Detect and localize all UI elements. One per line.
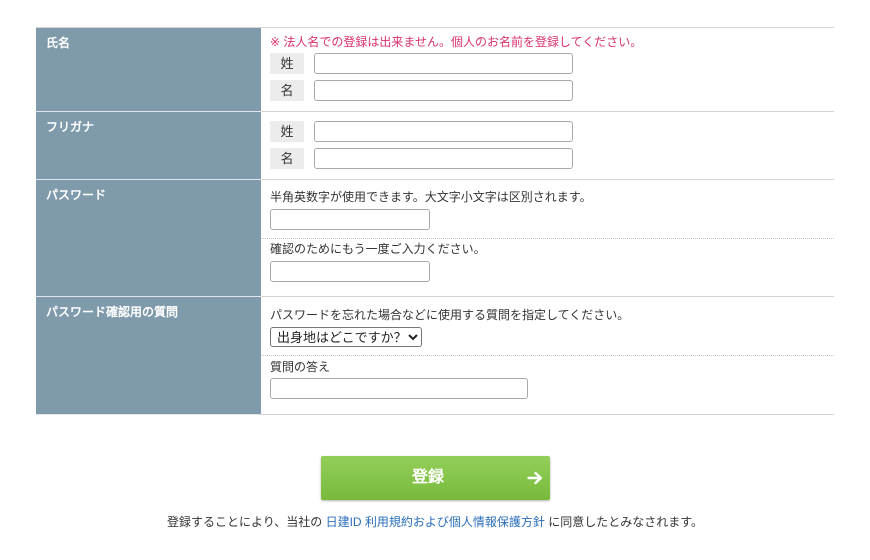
row-value-password: 半角英数字が使用できます。大文字小文字は区別されます。 確認のためにもう一度ご入… xyxy=(261,180,834,297)
last-name-line: 姓 xyxy=(270,53,834,74)
registration-form: 氏名 ※ 法人名での登録は出来ません。個人のお名前を登録してください。 姓 名 … xyxy=(36,27,834,415)
kana-first-tag: 名 xyxy=(270,148,304,169)
password-confirm-block: 確認のためにもう一度ご入力ください。 xyxy=(261,238,834,282)
password-confirm-input[interactable] xyxy=(270,261,430,282)
last-name-tag: 姓 xyxy=(270,53,304,74)
name-field-group: 姓 名 xyxy=(270,53,834,101)
consent-prefix: 登録することにより、当社の xyxy=(166,515,326,529)
row-value-kana: 姓 名 xyxy=(261,112,834,180)
security-answer-input[interactable] xyxy=(270,378,528,399)
security-question-block: パスワードを忘れた場合などに使用する質問を指定してください。 出身地はどこですか… xyxy=(261,297,834,355)
row-password: パスワード 半角英数字が使用できます。大文字小文字は区別されます。 確認のために… xyxy=(36,180,834,297)
row-value-security-question: パスワードを忘れた場合などに使用する質問を指定してください。 出身地はどこですか… xyxy=(261,297,834,415)
first-name-input[interactable] xyxy=(314,80,573,101)
register-button[interactable]: 登録 xyxy=(321,456,550,500)
row-kana: フリガナ 姓 名 xyxy=(36,112,834,180)
security-answer-label: 質問の答え xyxy=(270,360,331,374)
security-answer-block: 質問の答え xyxy=(261,355,834,399)
row-name: 氏名 ※ 法人名での登録は出来ません。個人のお名前を登録してください。 姓 名 xyxy=(36,28,834,112)
row-security-question: パスワード確認用の質問 パスワードを忘れた場合などに使用する質問を指定してくださ… xyxy=(36,297,834,415)
row-value-name: ※ 法人名での登録は出来ません。個人のお名前を登録してください。 姓 名 xyxy=(261,28,834,112)
consent-notice: 登録することにより、当社の 日建ID 利用規約および個人情報保護方針 に同意した… xyxy=(0,515,870,529)
password-hint: 半角英数字が使用できます。大文字小文字は区別されます。 xyxy=(270,190,592,204)
security-question-hint: パスワードを忘れた場合などに使用する質問を指定してください。 xyxy=(270,308,630,322)
password-confirm-hint: 確認のためにもう一度ご入力ください。 xyxy=(270,242,486,256)
row-label-password: パスワード xyxy=(36,180,261,297)
kana-last-line: 姓 xyxy=(270,121,834,142)
kana-first-input[interactable] xyxy=(314,148,573,169)
kana-last-input[interactable] xyxy=(314,121,573,142)
password-block: 半角英数字が使用できます。大文字小文字は区別されます。 xyxy=(261,180,834,238)
register-button-label: 登録 xyxy=(411,469,444,486)
first-name-tag: 名 xyxy=(270,80,304,101)
row-label-name: 氏名 xyxy=(36,28,261,112)
consent-suffix: に同意したとみなされます。 xyxy=(544,515,704,529)
first-name-line: 名 xyxy=(270,80,834,101)
arrow-right-icon xyxy=(527,471,542,485)
terms-privacy-link[interactable]: 日建ID 利用規約および個人情報保護方針 xyxy=(326,515,545,529)
last-name-input[interactable] xyxy=(314,53,573,74)
password-input[interactable] xyxy=(270,209,430,230)
security-question-select[interactable]: 出身地はどこですか？ xyxy=(270,327,422,347)
corporate-name-note: ※ 法人名での登録は出来ません。個人のお名前を登録してください。 xyxy=(270,35,643,49)
kana-last-tag: 姓 xyxy=(270,121,304,142)
kana-first-line: 名 xyxy=(270,148,834,169)
row-label-security-question: パスワード確認用の質問 xyxy=(36,297,261,415)
row-label-kana: フリガナ xyxy=(36,112,261,180)
